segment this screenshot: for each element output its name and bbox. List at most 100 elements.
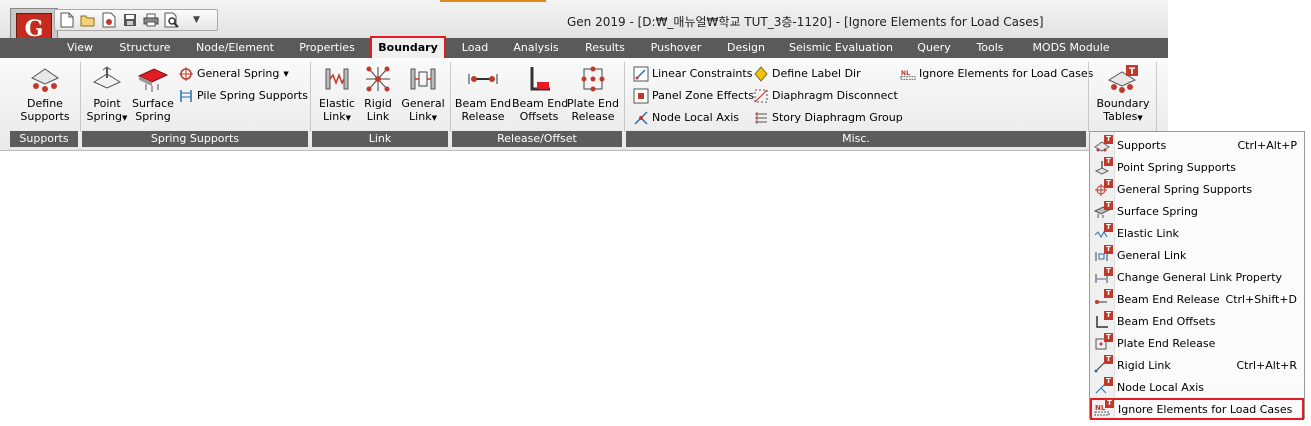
menu-item-general-spring-supports[interactable]: T General Spring Supports (1091, 178, 1303, 200)
story-diaphragm-group-button[interactable]: Story Diaphragm Group (753, 109, 903, 127)
group-separator (624, 62, 625, 132)
menu-item-ignore-elements-load-cases[interactable]: NL T Ignore Elements for Load Cases (1090, 398, 1304, 420)
group-separator (1156, 62, 1157, 132)
diaphragm-disconnect-icon (753, 88, 769, 104)
general-spring-icon (178, 66, 194, 82)
rigid-link-table-icon: T (1091, 355, 1113, 375)
linear-constraints-icon (633, 66, 649, 82)
nl-ignore-elements-table-icon: NL T (1092, 399, 1114, 419)
tab-load[interactable]: Load (455, 38, 495, 58)
boundary-tables-button[interactable]: T Boundary Tables▼ (1094, 62, 1152, 125)
boundary-tables-icon: T (1106, 64, 1140, 94)
quick-access-dropdown[interactable]: ▼ (193, 15, 200, 25)
point-spring-icon (90, 64, 124, 94)
beam-end-release-button[interactable]: Beam End Release (454, 62, 512, 123)
general-link-button[interactable]: General Link▼ (400, 62, 446, 125)
menu-item-surface-spring[interactable]: T Surface Spring (1091, 200, 1303, 222)
dropdown-arrow-icon: ▼ (283, 70, 289, 78)
beam-end-offsets-table-icon: T (1091, 311, 1113, 331)
title-accent-bar (440, 0, 546, 2)
rigid-link-button[interactable]: Rigid Link (358, 62, 398, 123)
define-label-dir-button[interactable]: Define Label Dir (753, 65, 861, 83)
dropdown-arrow-icon: ▼ (431, 114, 437, 122)
group-label-link: Link (312, 131, 448, 147)
group-label-spring-supports: Spring Supports (82, 131, 308, 147)
tab-boundary[interactable]: Boundary (370, 36, 446, 60)
rigid-link-icon (361, 64, 395, 94)
tab-pushover[interactable]: Pushover (643, 38, 709, 58)
general-spring-table-icon: T (1091, 179, 1113, 199)
beam-end-release-table-icon: T (1091, 289, 1113, 309)
menu-item-change-general-link-property[interactable]: T Change General Link Property (1091, 266, 1303, 288)
menu-item-point-spring-supports[interactable]: T Point Spring Supports (1091, 156, 1303, 178)
define-supports-icon (28, 64, 62, 94)
save-as-icon[interactable] (101, 12, 117, 28)
ignore-elements-load-cases-button[interactable]: NL Ignore Elements for Load Cases (900, 65, 1093, 83)
tab-analysis[interactable]: Analysis (507, 38, 565, 58)
tab-node-element[interactable]: Node/Element (190, 38, 280, 58)
group-label-misc: Misc. (626, 131, 1086, 147)
story-diaphragm-group-icon (753, 110, 769, 126)
menu-item-rigid-link[interactable]: T Rigid Link Ctrl+Alt+R (1091, 354, 1303, 376)
pile-spring-supports-button[interactable]: Pile Spring Supports (178, 87, 308, 105)
dropdown-arrow-icon: ▼ (122, 114, 128, 122)
tab-view[interactable]: View (60, 38, 100, 58)
group-separator (80, 62, 81, 132)
plate-end-release-table-icon: T (1091, 333, 1113, 353)
tab-tools[interactable]: Tools (967, 38, 1013, 58)
tab-design[interactable]: Design (720, 38, 772, 58)
point-spring-button[interactable]: Point Spring▼ (84, 62, 130, 125)
tab-mods-module[interactable]: MODS Module (1024, 38, 1118, 58)
node-local-axis-button[interactable]: Node Local Axis (633, 109, 739, 127)
tab-seismic-evaluation[interactable]: Seismic Evaluation (783, 38, 899, 58)
tab-query[interactable]: Query (910, 38, 958, 58)
print-preview-icon[interactable] (164, 12, 180, 28)
define-label-dir-icon (753, 66, 769, 82)
define-supports-button[interactable]: Define Supports (10, 62, 80, 123)
menu-item-beam-end-offsets[interactable]: T Beam End Offsets (1091, 310, 1303, 332)
window-title: Gen 2019 - [D:₩_매뉴얼₩학교 TUT_3층-1120] - [I… (567, 15, 1044, 29)
tab-results[interactable]: Results (578, 38, 632, 58)
menu-item-beam-end-release[interactable]: T Beam End Release Ctrl+Shift+D (1091, 288, 1303, 310)
print-icon[interactable] (143, 12, 159, 28)
elastic-link-icon (320, 64, 354, 94)
point-spring-table-icon: T (1091, 157, 1113, 177)
tab-properties[interactable]: Properties (292, 38, 362, 58)
open-folder-icon[interactable] (80, 12, 96, 28)
supports-table-icon: T (1091, 135, 1113, 155)
plate-end-release-button[interactable]: Plate End Release (566, 62, 620, 123)
elastic-link-table-icon: T (1091, 223, 1113, 243)
diaphragm-disconnect-button[interactable]: Diaphragm Disconnect (753, 87, 898, 105)
panel-zone-effects-button[interactable]: Panel Zone Effects (633, 87, 754, 105)
general-link-icon (406, 64, 440, 94)
menu-item-general-link[interactable]: T General Link (1091, 244, 1303, 266)
application-window: G ▼ Gen 2019 - [D:₩_매뉴얼₩학교 TUT_3층-1120] … (0, 0, 1168, 151)
group-label-release-offset: Release/Offset (452, 131, 622, 147)
beam-end-release-icon (466, 64, 500, 94)
beam-end-offsets-icon (522, 64, 556, 94)
surface-spring-button[interactable]: Surface Spring (130, 62, 176, 123)
menu-item-elastic-link[interactable]: T Elastic Link (1091, 222, 1303, 244)
menu-item-supports[interactable]: T Supports Ctrl+Alt+P (1091, 134, 1303, 156)
boundary-tables-menu: T Supports Ctrl+Alt+P T Point Spring Sup… (1089, 131, 1305, 420)
group-label-supports: Supports (10, 131, 78, 147)
dropdown-arrow-icon: ▼ (1137, 114, 1143, 122)
menu-item-node-local-axis[interactable]: T Node Local Axis (1091, 376, 1303, 398)
node-local-axis-icon (633, 110, 649, 126)
group-separator (310, 62, 311, 132)
elastic-link-button[interactable]: Elastic Link▼ (316, 62, 358, 125)
linear-constraints-button[interactable]: Linear Constraints (633, 65, 752, 83)
menu-item-plate-end-release[interactable]: T Plate End Release (1091, 332, 1303, 354)
plate-end-release-icon (576, 64, 610, 94)
surface-spring-table-icon: T (1091, 201, 1113, 221)
general-spring-button[interactable]: General Spring ▼ (178, 65, 289, 83)
tab-structure[interactable]: Structure (112, 38, 178, 58)
nl-ignore-elements-icon: NL (900, 66, 916, 82)
save-icon[interactable] (122, 12, 138, 28)
quick-access-toolbar: ▼ (54, 9, 218, 31)
dropdown-arrow-icon: ▼ (345, 114, 351, 122)
svg-text:T: T (1129, 67, 1136, 77)
beam-end-offsets-button[interactable]: Beam End Offsets (512, 62, 568, 123)
new-file-icon[interactable] (59, 12, 75, 28)
change-link-property-icon: T (1091, 267, 1113, 287)
